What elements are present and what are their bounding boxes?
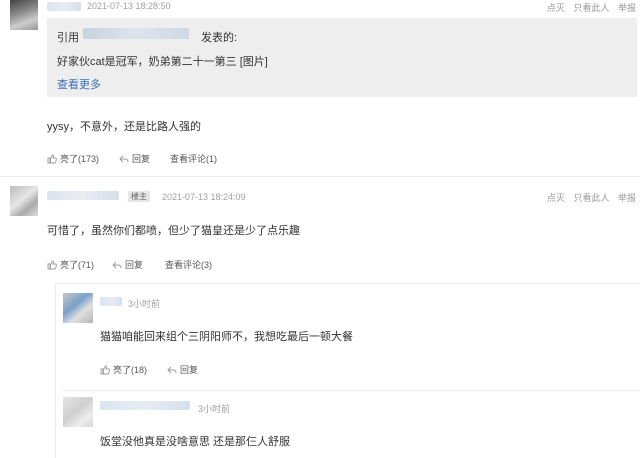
avatar[interactable] <box>63 293 93 323</box>
only-this-user-link[interactable]: 只看此人 <box>573 3 609 13</box>
like-count: 亮了(18) <box>113 365 148 375</box>
reply-label: 回复 <box>180 365 199 375</box>
comment-text: yysy，不意外，还是比路人强的 <box>47 121 201 133</box>
divider <box>63 390 640 391</box>
reply-text: 饭堂没他真是没啥意思 还是那仨人舒服 <box>100 436 291 448</box>
view-replies-button[interactable]: 查看评论(3) <box>165 258 212 271</box>
dislike-link[interactable]: 点灭 <box>547 3 565 13</box>
only-this-user-link[interactable]: 只看此人 <box>573 193 609 203</box>
quoted-username-blurred[interactable] <box>83 28 189 39</box>
comment-actions: 点灭 只看此人 举报 <box>541 191 636 204</box>
reply-label: 回复 <box>132 154 151 164</box>
reply-toolbar: 亮了(18) 回复 <box>100 363 198 376</box>
reply-arrow-icon <box>119 154 129 164</box>
divider <box>0 176 640 177</box>
username-blurred[interactable] <box>100 401 190 410</box>
like-count: 亮了(71) <box>60 260 95 270</box>
quote-header: 引用 发表的: <box>57 29 237 45</box>
quote-suffix: 发表的: <box>201 32 238 44</box>
comment-timestamp: 2021-07-13 18:28:50 <box>87 1 171 11</box>
avatar[interactable] <box>63 397 93 427</box>
comment-timestamp: 2021-07-13 18:24:09 <box>162 192 246 202</box>
reply-button[interactable]: 回复 <box>112 258 143 271</box>
thumbs-up-icon <box>47 260 57 270</box>
comment-toolbar: 亮了(71) 回复 查看评论(3) <box>47 258 212 271</box>
like-count: 亮了(173) <box>60 154 100 164</box>
quote-prefix: 引用 <box>57 32 79 44</box>
comment-toolbar: 亮了(173) 回复 查看评论(1) <box>47 152 217 165</box>
username-blurred[interactable] <box>47 191 119 200</box>
quote-body: 好家伙cat是冠军，奶弟第二十一第三 [图片] <box>57 56 268 68</box>
reply-button[interactable]: 回复 <box>167 363 198 376</box>
reply-button[interactable]: 回复 <box>119 152 150 165</box>
view-replies-button[interactable]: 查看评论(1) <box>170 152 217 165</box>
reply-time: 3小时前 <box>198 404 231 414</box>
comment-text: 可惜了，虽然你们都喷，但少了猫皇还是少了点乐趣 <box>47 225 300 237</box>
username-blurred[interactable] <box>47 2 81 11</box>
reply-text: 猫猫咱能回来组个三阴阳师不，我想吃最后一顿大餐 <box>100 331 353 343</box>
reply-arrow-icon <box>112 260 122 270</box>
reply-arrow-icon <box>167 365 177 375</box>
dislike-link[interactable]: 点灭 <box>547 193 565 203</box>
reply-label: 回复 <box>125 260 144 270</box>
reply-time: 3小时前 <box>128 299 161 309</box>
comment-actions: 点灭 只看此人 举报 <box>541 1 636 14</box>
like-button[interactable]: 亮了(71) <box>47 258 94 271</box>
username-blurred[interactable] <box>100 297 122 306</box>
view-more-link[interactable]: 查看更多 <box>57 76 101 92</box>
report-link[interactable]: 举报 <box>618 3 636 13</box>
thumbs-up-icon <box>100 365 110 375</box>
avatar[interactable] <box>10 0 38 30</box>
op-badge: 楼主 <box>128 191 150 202</box>
avatar[interactable] <box>10 186 38 216</box>
report-link[interactable]: 举报 <box>618 193 636 203</box>
like-button[interactable]: 亮了(173) <box>47 152 99 165</box>
like-button[interactable]: 亮了(18) <box>100 363 147 376</box>
thumbs-up-icon <box>47 154 57 164</box>
